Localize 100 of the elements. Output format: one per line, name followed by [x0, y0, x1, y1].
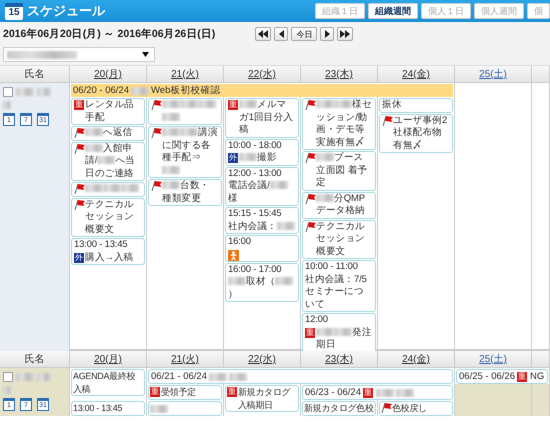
- important-badge: 重: [74, 100, 84, 110]
- event-text: 撮影: [239, 152, 277, 164]
- triangle-right-icon: [324, 30, 330, 38]
- event-text: 06/23 - 06/24: [305, 386, 361, 399]
- blurred-text: [3, 386, 11, 394]
- day-link[interactable]: 22(水): [248, 352, 276, 366]
- event-banner[interactable]: 06/25 - 06/26 重 NG: [456, 369, 548, 384]
- event-text: Web板初校確認: [151, 84, 220, 97]
- event-text: 講演に関する各種手配⇒: [162, 127, 219, 177]
- caret-icon: [142, 52, 149, 57]
- flag-icon: [151, 181, 162, 191]
- event-text: レンタル品手配: [85, 99, 136, 124]
- event-card[interactable]: 振休: [379, 98, 453, 112]
- double-triangle-left-icon: [258, 30, 268, 38]
- event-banner[interactable]: 06/23 - 06/24 重: [302, 385, 453, 400]
- event-text: 振休: [382, 99, 402, 112]
- day-link[interactable]: 25(土): [479, 352, 507, 366]
- blurred-text: [37, 373, 51, 381]
- event-time: 13:00 - 13:45: [73, 402, 124, 414]
- event-card[interactable]: テクニカルセッション概要文: [302, 220, 376, 259]
- event-text: 電話会議/ 様: [228, 180, 296, 205]
- day-link[interactable]: 23(木): [325, 352, 353, 366]
- event-card[interactable]: 重 レンタル品手配: [71, 98, 145, 125]
- event-text: 取材（ ）: [228, 276, 296, 301]
- triangle-left-icon: [278, 30, 284, 38]
- day-link[interactable]: 24(金): [402, 352, 430, 366]
- flag-icon: [151, 100, 162, 110]
- flag-icon: [74, 144, 85, 154]
- event-card[interactable]: へ返信: [71, 126, 145, 140]
- event-card[interactable]: [148, 98, 222, 125]
- event-text: 台数・種類変更: [162, 180, 210, 205]
- event-card[interactable]: 16:00: [225, 235, 299, 262]
- event-text: 06/20 - 06/24: [73, 84, 129, 97]
- blurred-text: [209, 372, 227, 380]
- event-banner[interactable]: 06/21 - 06/24: [148, 369, 453, 384]
- flag-icon: [381, 403, 392, 413]
- event-card[interactable]: 13:00 - 13:45 外 購入→入稿: [71, 238, 145, 265]
- day-link[interactable]: 25(土): [479, 67, 507, 81]
- person-icon: [228, 250, 239, 260]
- event-card[interactable]: 分QMPデータ格納: [302, 192, 376, 218]
- event-text: 入館申請/ へ当日のご連絡: [85, 142, 136, 180]
- event-text: 社内会議：: [228, 220, 296, 233]
- event-card[interactable]: テクニカルセッション概要文: [71, 198, 145, 237]
- day-link[interactable]: 22(水): [248, 67, 276, 81]
- event-card[interactable]: 16:00 - 17:00 取材（ ）: [225, 262, 299, 302]
- outside-badge: 外: [74, 252, 84, 262]
- event-card[interactable]: 12:00 重 発注期日: [302, 313, 376, 352]
- event-card[interactable]: 様セッション/動画・デモ等実施有無〆: [302, 98, 376, 150]
- event-text: へ返信: [85, 127, 132, 140]
- event-time: 16:00 - 17:00: [228, 264, 282, 276]
- day-link[interactable]: 21(火): [171, 352, 199, 366]
- today-button[interactable]: 今日: [291, 27, 318, 41]
- day-link[interactable]: 21(火): [171, 67, 199, 81]
- date-range: 2016年06月20日(月) ～ 2016年06月26日(日): [3, 27, 216, 41]
- event-card[interactable]: 色校戻し: [379, 401, 453, 416]
- event-card[interactable]: 10:00 - 18:00 外 撮影: [225, 138, 299, 166]
- event-card[interactable]: AGENDA最終校入稿: [71, 369, 145, 396]
- event-card[interactable]: 重 新規カタログ入稿期日: [225, 385, 299, 412]
- important-badge: 重: [517, 372, 527, 382]
- blurred-text: [3, 101, 11, 109]
- outside-badge: 外: [228, 153, 238, 163]
- day-link[interactable]: 23(木): [325, 67, 353, 81]
- event-card[interactable]: 重 受領予定: [148, 385, 222, 400]
- flag-icon: [74, 184, 85, 194]
- day-link[interactable]: 20(月): [94, 352, 122, 366]
- event-card[interactable]: ユーザ事例2社様配布物有無〆: [379, 114, 453, 153]
- event-text: NG: [530, 370, 544, 383]
- event-card[interactable]: 13:00 - 13:45: [71, 401, 145, 416]
- event-card[interactable]: [71, 182, 145, 196]
- important-badge: 重: [227, 387, 237, 397]
- checkbox[interactable]: [3, 372, 13, 382]
- event-card[interactable]: 12:00 - 13:00 電話会議/ 様: [225, 166, 299, 206]
- previous-button[interactable]: [274, 27, 288, 41]
- event-card[interactable]: 15:15 - 15:45 社内会議：: [225, 207, 299, 234]
- view-tab[interactable]: 組織週間: [368, 3, 418, 19]
- last-button[interactable]: [337, 27, 354, 41]
- flag-icon: [305, 153, 316, 163]
- event-card[interactable]: 重 メルマガ1回目分入稿: [225, 98, 299, 138]
- blurred-text: [7, 50, 77, 58]
- event-banner[interactable]: 06/20 - 06/24 Web板初校確認: [71, 84, 453, 97]
- column-header: 氏名: [0, 351, 70, 368]
- event-time: 10:00 - 18:00: [228, 140, 282, 152]
- day-link[interactable]: 24(金): [402, 67, 430, 81]
- important-badge: 重: [228, 100, 238, 110]
- event-card[interactable]: 講演に関する各種手配⇒: [148, 126, 222, 178]
- next-button[interactable]: [320, 27, 334, 41]
- event-card[interactable]: ブース立面図 着予定: [302, 151, 376, 190]
- event-card[interactable]: 台数・種類変更: [148, 179, 222, 206]
- event-card[interactable]: 入館申請/ へ当日のご連絡: [71, 142, 145, 181]
- flag-icon: [305, 100, 316, 110]
- blurred-text: [16, 88, 34, 96]
- first-button[interactable]: [255, 27, 272, 41]
- blurred-text: [376, 388, 394, 396]
- event-card[interactable]: 10:00 - 11:00 社内会議：7/5セミナーについて: [302, 260, 376, 312]
- day-link[interactable]: 20(月): [94, 67, 122, 81]
- checkbox[interactable]: [3, 87, 13, 97]
- event-time: 15:15 - 15:45: [228, 208, 282, 220]
- event-text: 色校戻し: [392, 402, 427, 414]
- event-time: 10:00 - 11:00: [305, 261, 359, 274]
- flag-icon: [151, 128, 162, 138]
